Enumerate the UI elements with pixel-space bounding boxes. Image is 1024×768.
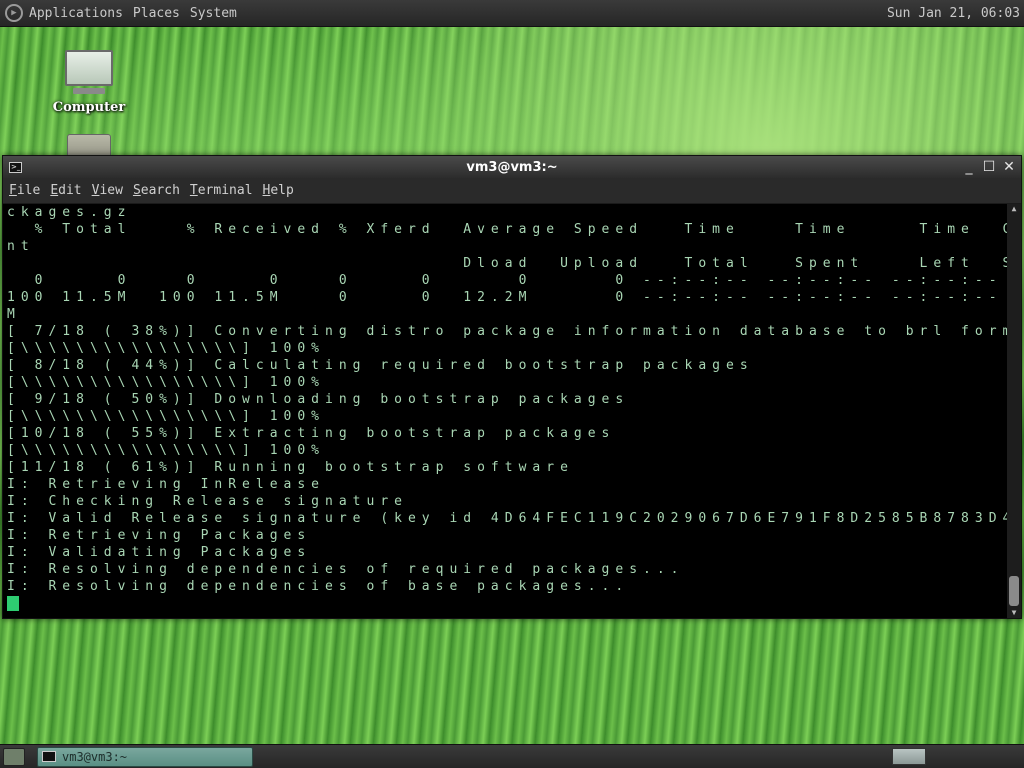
menu-label: elp: [270, 183, 294, 198]
terminal-line: [ 7/18 ( 38%)] Converting distro package…: [7, 324, 1007, 339]
terminal-line: [\\\\\\\\\\\\\\\\] 100%: [7, 375, 326, 390]
show-desktop-icon[interactable]: [3, 747, 25, 766]
terminal-line: [\\\\\\\\\\\\\\\\] 100%: [7, 409, 326, 424]
menu-label: dit: [58, 183, 82, 198]
menu-accel: F: [9, 183, 17, 198]
terminal-line: I: Retrieving InRelease: [7, 477, 326, 492]
menu-label: erminal: [197, 183, 253, 198]
terminal-line: M: [7, 307, 21, 322]
terminal-line: [10/18 ( 55%)] Extracting bootstrap pack…: [7, 426, 616, 441]
menu-label: ile: [16, 183, 41, 198]
terminal-line: % Total % Received % Xferd Average Speed…: [7, 222, 1007, 237]
menu-places[interactable]: Places: [133, 6, 180, 21]
terminal-line: I: Resolving dependencies of base packag…: [7, 579, 630, 594]
menu-accel: S: [132, 183, 141, 198]
terminal-task-icon: [42, 751, 56, 762]
terminal-line: [ 8/18 ( 44%)] Calculating required boot…: [7, 358, 754, 373]
top-panel: ▶ Applications Places System Sun Jan 21,…: [0, 0, 1024, 27]
terminal-line: ckages.gz: [7, 205, 132, 220]
window-titlebar[interactable]: >_ vm3@vm3:~ _ ☐ ✕: [3, 156, 1021, 178]
menu-accel: E: [50, 183, 59, 198]
terminal-window[interactable]: >_ vm3@vm3:~ _ ☐ ✕ File Edit View Search…: [2, 155, 1022, 619]
scrollbar-thumb[interactable]: [1009, 576, 1019, 606]
menu-applications[interactable]: Applications: [29, 6, 123, 21]
window-controls: _ ☐ ✕: [961, 159, 1017, 175]
terminal-line: I: Retrieving Packages: [7, 528, 312, 543]
menu-label: earch: [140, 183, 180, 198]
menu-system[interactable]: System: [190, 6, 237, 21]
terminal-line: [11/18 ( 61%)] Running bootstrap softwar…: [7, 460, 574, 475]
terminal-line: 100 11.5M 100 11.5M 0 0 12.2M 0 --:--:--…: [7, 290, 1007, 305]
terminal-line: I: Checking Release signature: [7, 494, 408, 509]
taskbar-button-terminal[interactable]: vm3@vm3:~: [37, 746, 253, 767]
computer-icon: [65, 50, 113, 94]
menu-accel: T: [189, 183, 198, 198]
menu-label: iew: [99, 183, 123, 198]
menu-view[interactable]: View: [92, 183, 123, 198]
window-title: vm3@vm3:~: [466, 159, 558, 175]
terminal-output[interactable]: ckages.gz % Total % Received % Xferd Ave…: [3, 204, 1007, 618]
desktop-icon-label: Computer: [52, 100, 126, 115]
terminal-line: I: Valid Release signature (key id 4D64F…: [7, 511, 1007, 526]
scroll-down-icon[interactable]: ▼: [1007, 608, 1021, 618]
terminal-line: Dload Upload Total Spent Left Speed: [7, 256, 1007, 271]
terminal-prompt-line: [3, 595, 1007, 612]
taskbar-button-label: vm3@vm3:~: [62, 749, 128, 764]
bottom-panel: vm3@vm3:~: [0, 744, 1024, 768]
terminal-line: [\\\\\\\\\\\\\\\\] 100%: [7, 341, 326, 356]
gnome-foot-icon[interactable]: ▶: [5, 4, 23, 22]
terminal-line: I: Validating Packages: [7, 545, 312, 560]
menu-edit[interactable]: Edit: [50, 183, 81, 198]
close-icon[interactable]: ✕: [1001, 159, 1017, 175]
terminal-line: 0 0 0 0 0 0 0 0 --:--:-- --:--:-- --:--:…: [7, 273, 1003, 288]
minimize-icon[interactable]: _: [961, 159, 977, 175]
clock[interactable]: Sun Jan 21, 06:03: [887, 6, 1020, 21]
workspace-switcher[interactable]: [892, 748, 926, 765]
scroll-up-icon[interactable]: ▲: [1007, 204, 1021, 214]
terminal-line: [ 9/18 ( 50%)] Downloading bootstrap pac…: [7, 392, 630, 407]
menu-terminal[interactable]: Terminal: [190, 183, 253, 198]
terminal-line: I: Resolving dependencies of required pa…: [7, 562, 685, 577]
menu-file[interactable]: File: [9, 183, 40, 198]
menu-help[interactable]: Help: [263, 183, 294, 198]
terminal-line: nt: [7, 239, 35, 254]
terminal-scrollbar[interactable]: ▲ ▼: [1007, 204, 1021, 618]
terminal-menubar: File Edit View Search Terminal Help: [3, 178, 1021, 204]
desktop-computer[interactable]: Computer: [52, 50, 126, 115]
menu-search[interactable]: Search: [133, 183, 180, 198]
terminal-cursor: [7, 596, 19, 611]
maximize-icon[interactable]: ☐: [981, 159, 997, 175]
terminal-window-icon[interactable]: >_: [9, 161, 22, 173]
terminal-line: [\\\\\\\\\\\\\\\\] 100%: [7, 443, 326, 458]
